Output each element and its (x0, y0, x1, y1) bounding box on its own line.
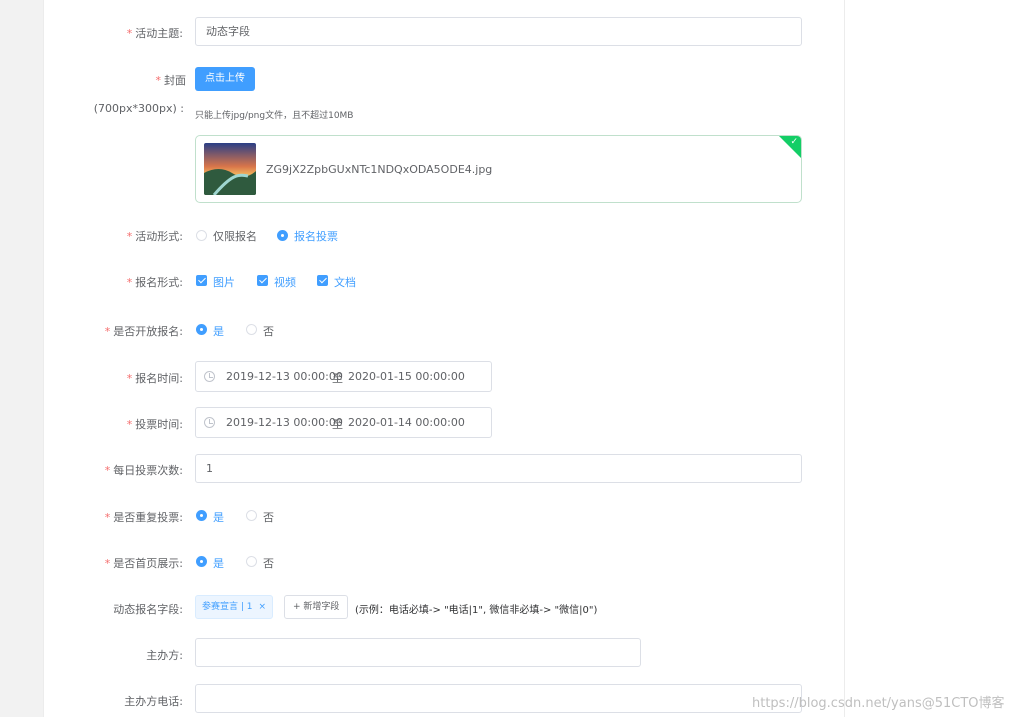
signup-time-label-text: 报名时间: (135, 372, 183, 385)
watermark-text: https://blog.csdn.net/yans@51CTO博客 (752, 696, 1005, 711)
organizer-input[interactable] (195, 638, 641, 667)
vote-time-label: * 投票时间: (0, 416, 183, 432)
checkbox-image-label: 图片 (213, 276, 235, 289)
radio-homepage-yes[interactable] (196, 556, 207, 567)
signup-start-date[interactable]: 2019-12-13 00:00:00 (226, 370, 343, 383)
radio-signup-only-label: 仅限报名 (213, 230, 257, 243)
activity-type-label-text: 活动形式: (135, 230, 183, 243)
radio-homepage-no[interactable] (246, 556, 257, 567)
vote-start-date[interactable]: 2019-12-13 00:00:00 (226, 416, 343, 429)
daily-votes-label: * 每日投票次数: (0, 462, 183, 478)
topic-input[interactable]: 动态字段 (195, 17, 802, 46)
range-separator: 至 (332, 372, 343, 385)
repeat-vote-label-text: 是否重复投票: (113, 511, 183, 524)
open-signup-label-text: 是否开放报名: (113, 325, 183, 338)
close-icon[interactable]: × (258, 602, 266, 612)
checkbox-video-label: 视频 (274, 276, 296, 289)
required-star: * (126, 230, 133, 243)
vote-time-label-text: 投票时间: (135, 418, 183, 431)
open-signup-label: * 是否开放报名: (0, 323, 183, 339)
uploaded-file-card[interactable]: ZG9jX2ZpbGUxNTc1NDQxODA5ODE4.jpg ✓ (195, 135, 802, 203)
organizer-label: 主办方: (146, 649, 183, 662)
required-star: * (126, 372, 133, 385)
required-star: * (104, 464, 111, 477)
dynamic-fields-label: 动态报名字段: (113, 603, 183, 616)
radio-signup-vote-label: 报名投票 (294, 230, 338, 243)
add-field-button[interactable]: + 新增字段 (284, 595, 349, 619)
right-blank-area (845, 0, 1024, 717)
organizer-phone-label: 主办方电话: (124, 695, 183, 708)
radio-homepage-no-label: 否 (263, 557, 274, 570)
required-star: * (104, 325, 111, 338)
daily-votes-input[interactable]: 1 (195, 454, 802, 483)
check-icon: ✓ (790, 137, 798, 147)
radio-repeat-yes-label: 是 (213, 511, 224, 524)
checkbox-document[interactable] (317, 275, 328, 286)
required-star: * (104, 557, 111, 570)
uploaded-file-name: ZG9jX2ZpbGUxNTc1NDQxODA5ODE4.jpg (266, 163, 493, 176)
radio-repeat-no-label: 否 (263, 511, 274, 524)
required-star: * (104, 511, 111, 524)
dynamic-field-tag-text: 参赛宣言 | 1 (202, 602, 253, 612)
cover-label: * 封面 (0, 72, 187, 88)
homepage-show-label-text: 是否首页展示: (113, 557, 183, 570)
cover-label-text: 封面 (164, 74, 186, 87)
repeat-vote-label: * 是否重复投票: (0, 509, 183, 525)
checkbox-document-label: 文档 (334, 276, 356, 289)
signup-type-label-text: 报名形式: (135, 276, 183, 289)
topic-label-text: 活动主题: (135, 27, 183, 40)
radio-signup-vote[interactable] (277, 230, 288, 241)
signup-end-date[interactable]: 2020-01-15 00:00:00 (348, 370, 465, 383)
checkbox-video[interactable] (257, 275, 268, 286)
radio-repeat-no[interactable] (246, 510, 257, 521)
radio-open-yes-label: 是 (213, 325, 224, 338)
signup-time-range-picker[interactable]: 2019-12-13 00:00:00 至 2020-01-15 00:00:0… (195, 361, 492, 392)
radio-open-yes[interactable] (196, 324, 207, 335)
checkbox-image[interactable] (196, 275, 207, 286)
organizer-phone-input[interactable] (195, 684, 802, 713)
cover-thumbnail-image (204, 143, 256, 195)
radio-signup-only[interactable] (196, 230, 207, 241)
homepage-show-label: * 是否首页展示: (0, 555, 183, 571)
signup-time-label: * 报名时间: (0, 370, 183, 386)
radio-open-no[interactable] (246, 324, 257, 335)
cover-size-note: (700px*300px) : (93, 102, 184, 115)
vote-end-date[interactable]: 2020-01-14 00:00:00 (348, 416, 465, 429)
upload-button[interactable]: 点击上传 (195, 67, 255, 91)
activity-type-label: * 活动形式: (0, 228, 183, 244)
radio-repeat-yes[interactable] (196, 510, 207, 521)
required-star: * (126, 27, 133, 40)
required-star: * (126, 276, 133, 289)
radio-open-no-label: 否 (263, 325, 274, 338)
radio-homepage-yes-label: 是 (213, 557, 224, 570)
dynamic-field-tag[interactable]: 参赛宣言 | 1 × (195, 595, 274, 619)
dynamic-fields-example: (示例：电话必填-> "电话|1", 微信非必填-> "微信|0") (355, 605, 598, 616)
signup-type-label: * 报名形式: (0, 274, 183, 290)
range-separator: 至 (332, 418, 343, 431)
daily-votes-label-text: 每日投票次数: (113, 464, 183, 477)
required-star: * (155, 74, 162, 87)
clock-icon (204, 371, 215, 382)
clock-icon (204, 417, 215, 428)
upload-hint: 只能上传jpg/png文件，且不超过10MB (195, 111, 354, 121)
required-star: * (126, 418, 133, 431)
topic-label: * 活动主题: (0, 25, 183, 41)
vote-time-range-picker[interactable]: 2019-12-13 00:00:00 至 2020-01-14 00:00:0… (195, 407, 492, 438)
